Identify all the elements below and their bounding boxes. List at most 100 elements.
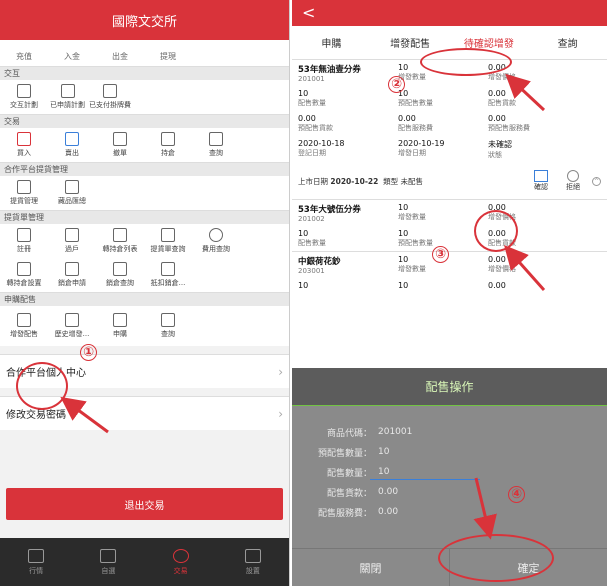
clipboard-icon	[65, 180, 79, 194]
tab-trade[interactable]: 交易	[145, 538, 217, 586]
highlight-ellipse	[420, 48, 512, 76]
step-4-marker: ④	[508, 486, 525, 503]
step-2-marker: ②	[388, 76, 405, 93]
history-icon	[65, 313, 79, 327]
close-doc-icon	[65, 262, 79, 276]
list-item: 中銀荷花鈔 203001 10 增發數量 0.00 增發價格	[298, 255, 516, 275]
additional-allotment-button[interactable]: 增發配售	[0, 306, 48, 346]
plan-icon	[17, 84, 31, 98]
allotment-query-button[interactable]: 查詢	[144, 306, 192, 346]
section-header-pickup: 合作平台提貨管理	[0, 162, 289, 176]
left-screen: 國際文交所 充值 入金 出金 提現 交互 交互計劃 已申請計劃 已支付掛牌費 交…	[0, 0, 290, 586]
tab-settings[interactable]: 設置	[217, 538, 289, 586]
history-allotment-button[interactable]: 歷史增發...	[48, 306, 96, 346]
allotment-icon	[17, 313, 31, 327]
close-position-query-button[interactable]: 銷倉查詢	[96, 258, 144, 292]
confirm-button[interactable]: 確認	[528, 170, 554, 192]
exit-trade-button[interactable]: 退出交易	[6, 488, 283, 520]
deduct-icon	[161, 262, 175, 276]
highlight-ellipse	[438, 534, 554, 582]
subscribe-button[interactable]: 申購	[96, 306, 144, 346]
pickup-management-button[interactable]: 提貨管理	[0, 176, 48, 210]
tab-market[interactable]: 行情	[0, 538, 72, 586]
buy-button[interactable]: 買入	[0, 128, 48, 162]
tab-query[interactable]: 查詢	[528, 26, 607, 59]
tab-subscribe[interactable]: 申購	[292, 26, 371, 59]
list-item: 2020-10-18 登記日期 2020-10-19 增發日期 未確認 狀態	[292, 136, 607, 163]
chevron-right-icon: ›	[278, 406, 283, 421]
collection-summary-button[interactable]: 藏品匯總	[48, 176, 96, 210]
register-button[interactable]: 註冊	[0, 224, 48, 258]
pending-list: 53年無油壹分券 201001 10 增發數量 0.00 增發價格 10 配售數量 10…	[292, 60, 607, 293]
deduct-close-button[interactable]: 抵扣銷倉...	[144, 258, 192, 292]
document-icon	[60, 84, 75, 98]
receipt-icon	[103, 84, 117, 98]
gear-icon	[244, 548, 261, 563]
interaction-plan-button[interactable]: 交互計劃	[0, 80, 48, 114]
interaction-row: 交互計劃 已申請計劃 已支付掛牌費	[0, 80, 289, 114]
right-screen: < 申購 增發配售 待確認增發 查詢 53年無油壹分券 201001 10 增發數量…	[292, 0, 607, 586]
cancel-doc-icon	[113, 132, 127, 146]
database-icon	[161, 132, 175, 146]
trade-icon	[172, 548, 189, 563]
deposit-link[interactable]: 入金	[48, 51, 96, 62]
query-doc-icon	[161, 313, 175, 327]
holdings-button[interactable]: 持倉	[144, 128, 192, 162]
trade-row: 買入 賣出 撤單 持倉 查詢	[0, 128, 289, 162]
step-3-marker: ③	[432, 246, 449, 263]
list-icon	[113, 228, 127, 242]
listing-row: 上市日期 2020-10-22 類型 未配售 確認 拒絕 ^	[292, 163, 607, 199]
section-header-allotment: 申購配售	[0, 292, 289, 306]
chevron-up-icon[interactable]: ^	[592, 176, 601, 186]
cart-out-icon	[65, 132, 79, 146]
section-header-bill: 提貨單管理	[0, 210, 289, 224]
chart-icon	[28, 548, 45, 563]
section-header-trade: 交易	[0, 114, 289, 128]
reject-button[interactable]: 拒絕	[560, 170, 586, 192]
ban-icon	[567, 170, 579, 182]
highlight-ellipse	[16, 362, 68, 410]
close-position-apply-button[interactable]: 銷倉申請	[48, 258, 96, 292]
tab-watchlist[interactable]: 自選	[72, 538, 144, 586]
query-button[interactable]: 查詢	[192, 128, 240, 162]
cart-icon	[17, 132, 31, 146]
recharge-link[interactable]: 充值	[0, 51, 48, 62]
list-item: 10 配售數量 10 預配售數量 0.00 配售貨款	[298, 89, 516, 107]
status-badge: 未確認	[488, 140, 512, 149]
product-code: 201001	[378, 427, 413, 437]
subscribe-icon	[113, 313, 127, 327]
close-search-icon	[113, 262, 127, 276]
sell-button[interactable]: 賣出	[48, 128, 96, 162]
close-button[interactable]: 關閉	[292, 549, 449, 586]
list-item: 10 配售數量 10 預配售數量 0.00 配售貨款	[298, 229, 516, 247]
funds-row: 充值 入金 出金 提現	[0, 40, 289, 66]
section-header-interaction: 交互	[0, 66, 289, 80]
cart-icon	[100, 548, 117, 563]
cashout-link[interactable]: 提現	[144, 51, 192, 62]
withdraw-link[interactable]: 出金	[96, 51, 144, 62]
list-item: 53年大號伍分券 201002 10 增發數量 0.00 增發價格	[298, 203, 516, 223]
list-item: 10 10 0.00	[298, 281, 506, 290]
back-button[interactable]: <	[292, 0, 607, 26]
highlight-ellipse	[474, 210, 518, 252]
bill-row-1: 註冊 過戶 轉持倉列表 提貨單查詢 費用查詢	[0, 224, 289, 258]
confirm-icon	[534, 170, 548, 182]
register-icon	[17, 228, 31, 242]
transfer-icon	[65, 228, 79, 242]
position-settings-button[interactable]: 轉持倉設置	[0, 258, 48, 292]
fee-query-button[interactable]: 費用查詢	[192, 224, 240, 258]
chevron-right-icon: ›	[278, 364, 283, 379]
bill-row-2: 轉持倉設置 銷倉申請 銷倉查詢 抵扣銷倉...	[0, 258, 289, 292]
yen-icon	[209, 228, 223, 242]
bill-query-button[interactable]: 提貨單查詢	[144, 224, 192, 258]
applied-plan-button[interactable]: 已申請計劃	[48, 80, 87, 114]
allotment-row: 增發配售 歷史增發... 申購 查詢	[0, 306, 289, 346]
cancel-order-button[interactable]: 撤單	[96, 128, 144, 162]
bill-search-icon	[161, 228, 175, 242]
transfer-button[interactable]: 過戶	[48, 224, 96, 258]
list-item: 0.00 預配售貨款 0.00 配售服務費 0.00 預配售服務費	[298, 114, 530, 132]
search-doc-icon	[209, 132, 223, 146]
paid-listing-fee-button[interactable]: 已支付掛牌費	[87, 80, 133, 114]
position-list-button[interactable]: 轉持倉列表	[96, 224, 144, 258]
allotment-quantity-input[interactable]: 10	[378, 467, 389, 477]
